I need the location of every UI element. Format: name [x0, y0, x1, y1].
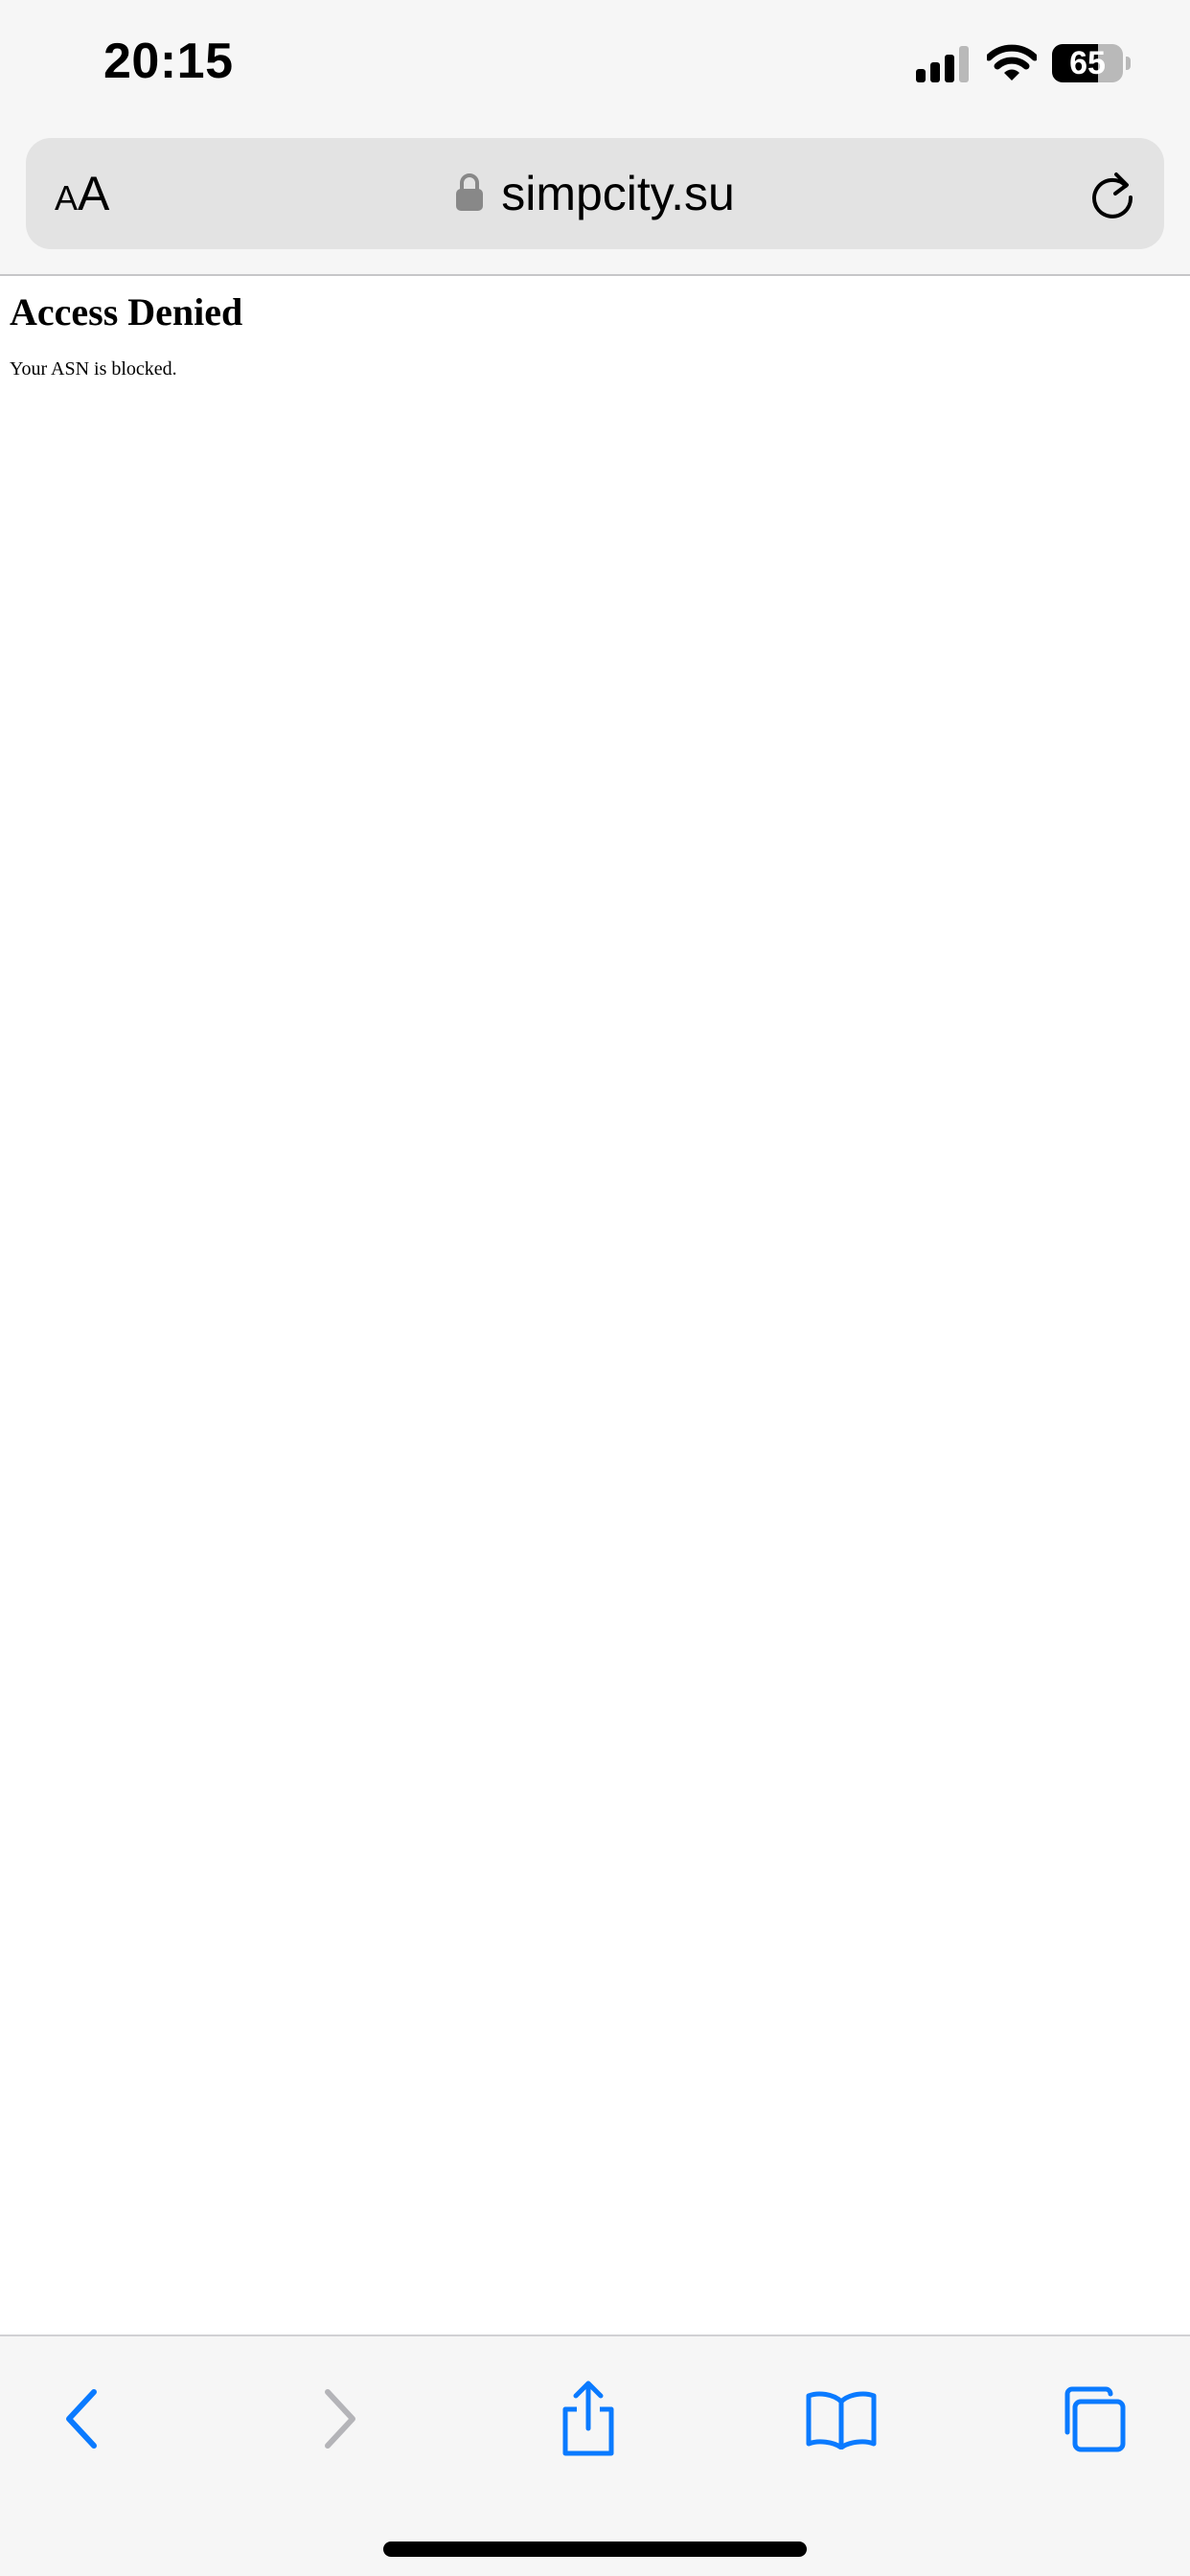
lock-icon — [456, 173, 484, 211]
bookmarks-button[interactable] — [801, 2379, 881, 2459]
wifi-icon — [987, 44, 1037, 80]
back-icon — [66, 2389, 97, 2449]
page-heading: Access Denied — [10, 290, 243, 334]
tabs-icon — [1064, 2386, 1126, 2452]
signal-icon — [916, 46, 969, 82]
url-display: simpcity.su — [26, 138, 1164, 249]
bottom-toolbar — [0, 2334, 1190, 2576]
reload-icon[interactable] — [1087, 171, 1137, 220]
address-bar[interactable]: AA simpcity.su — [26, 138, 1164, 249]
bookmarks-icon — [806, 2391, 877, 2450]
reader-settings-button[interactable]: AA — [55, 165, 109, 222]
status-time: 20:15 — [103, 34, 234, 89]
status-bar: 20:15 65 — [0, 0, 1190, 125]
address-toolbar: AA simpcity.su — [0, 125, 1190, 276]
back-button[interactable] — [42, 2379, 123, 2459]
forward-icon — [325, 2389, 355, 2449]
share-button[interactable] — [548, 2379, 629, 2459]
forward-button[interactable] — [299, 2379, 379, 2459]
share-icon — [562, 2380, 614, 2456]
page-message: Your ASN is blocked. — [10, 358, 177, 380]
reader-big-a: A — [78, 167, 110, 220]
url-text[interactable]: simpcity.su — [501, 166, 735, 221]
home-indicator[interactable] — [383, 2542, 807, 2557]
reader-small-a: A — [55, 178, 79, 218]
tabs-button[interactable] — [1052, 2379, 1133, 2459]
page-content: Access Denied Your ASN is blocked. — [0, 276, 1190, 2334]
battery-level: 65 — [1069, 45, 1106, 81]
battery-icon: 65 — [1052, 44, 1131, 82]
